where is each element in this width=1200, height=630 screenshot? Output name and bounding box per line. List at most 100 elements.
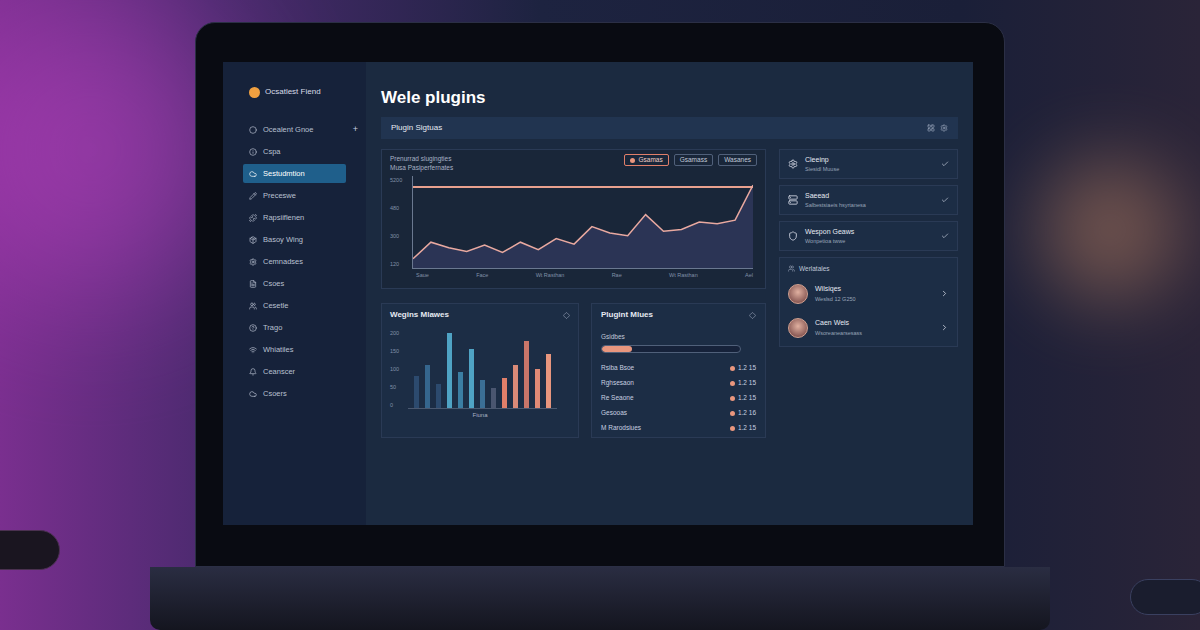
page-title: Wele plugins <box>381 88 958 108</box>
bar <box>546 354 551 408</box>
usage-area <box>413 185 753 268</box>
bar <box>414 376 419 408</box>
sidebar-item[interactable]: Cemnadses <box>243 252 346 271</box>
plugin-row[interactable]: M Rarodsiues1.2 15 <box>601 423 756 434</box>
plugin-icon <box>788 231 798 241</box>
check-icon <box>941 160 949 168</box>
options-icon[interactable] <box>563 312 570 319</box>
bar <box>480 380 485 408</box>
menu-icon <box>249 170 257 178</box>
sidebar: Ocsatlest Fiend Ocealent Gnoe+ Cspa Sestudm… <box>223 62 366 525</box>
progress-label: Gsidbes <box>601 332 756 342</box>
sidebar-item[interactable]: Ocealent Gnoe+ <box>243 120 346 139</box>
sidebar-item[interactable]: Ceanscer <box>243 362 346 381</box>
bar <box>469 349 474 408</box>
bar <box>425 365 430 408</box>
menu-icon <box>249 280 257 288</box>
filter-button[interactable]: Gsamas <box>624 154 668 166</box>
laptop-lid: Ocsatlest Fiend Ocealent Gnoe+ Cspa Sestudm… <box>195 22 1005 567</box>
status-card[interactable]: Wespon GeawsWonpetioa twwe <box>779 221 958 251</box>
plugin-list-panel: Plugint MluesGsidbesRsiba Bsoe1.2 15Rghs… <box>591 303 766 438</box>
status-dot-icon <box>730 366 735 371</box>
bar <box>524 341 529 408</box>
main: Wele plugins Plugin Sigtuas Prenurrad slug… <box>366 62 973 525</box>
status-card[interactable]: CleeinpSiesidl Muuse <box>779 149 958 179</box>
chart-panel: Prenurrad slugingtiesMusa Pasiperfernate… <box>381 149 766 289</box>
chart-subtitle: Prenurrad slugingties <box>390 154 453 163</box>
panel-header: Plugin Sigtuas <box>381 117 958 139</box>
x-label: Fiuna <box>390 411 570 420</box>
plugin-row[interactable]: Rsiba Bsoe1.2 15 <box>601 363 756 374</box>
menu-icon <box>249 324 257 332</box>
y-axis: 5200480300120 <box>390 176 412 268</box>
scene: Ocsatlest Fiend Ocealent Gnoe+ Cspa Sestudm… <box>0 0 1200 630</box>
bar <box>491 388 496 408</box>
plugin-icon <box>788 195 798 205</box>
screen: Ocsatlest Fiend Ocealent Gnoe+ Cspa Sestudm… <box>223 62 973 525</box>
progress-bar <box>601 345 741 353</box>
filter-button[interactable]: Gsamass <box>674 154 713 166</box>
laptop-base <box>150 567 1050 630</box>
team-member[interactable]: Caen WeisWsoreanearsesass <box>788 318 949 338</box>
selected-dot-icon <box>630 158 635 163</box>
options-icon[interactable] <box>749 312 756 319</box>
bar <box>436 384 441 408</box>
plugin-icon <box>788 159 798 169</box>
menu-icon <box>249 258 257 266</box>
filter-button[interactable]: Wasanes <box>718 154 757 166</box>
plugin-row[interactable]: Re Seaone1.2 15 <box>601 393 756 404</box>
chart-subtitle: Musa Pasiperfernates <box>390 163 453 172</box>
menu-icon <box>249 346 257 354</box>
bar-chart-panel: Wegins Mlawes200150100500Fiuna <box>381 303 579 438</box>
menu-icon <box>249 214 257 222</box>
target-line <box>413 186 753 188</box>
bar <box>513 365 518 408</box>
sidebar-item[interactable]: Rapsiiflenen <box>243 208 346 227</box>
avatar <box>788 284 808 304</box>
status-dot-icon <box>730 396 735 401</box>
plugin-row[interactable]: Rghsesaon1.2 15 <box>601 378 756 389</box>
sidebar-item[interactable]: Preceswe <box>243 186 346 205</box>
progress-fill <box>602 346 632 352</box>
line-chart <box>413 176 753 268</box>
mouse-right <box>1130 579 1200 615</box>
sidebar-item[interactable]: Basoy Wing <box>243 230 346 249</box>
sidebar-item[interactable]: Csoes <box>243 274 346 293</box>
plugin-row[interactable]: Gesooas1.2 16 <box>601 408 756 419</box>
menu-icon <box>249 236 257 244</box>
grid-icon[interactable] <box>927 124 935 132</box>
mouse <box>0 530 60 570</box>
logo[interactable]: Ocsatlest Fiend <box>249 86 340 98</box>
status-dot-icon <box>730 426 735 431</box>
x-axis: SaueFaceWt RasthanRaeWt RasthanAel <box>390 271 757 279</box>
logo-icon <box>249 87 260 98</box>
status-card[interactable]: SaeeadSalbestsiaeis hsyrtanesa <box>779 185 958 215</box>
lamp-glow <box>1040 160 1180 300</box>
gear-icon[interactable] <box>940 124 948 132</box>
status-dot-icon <box>730 381 735 386</box>
sidebar-item[interactable]: Sestudmtion <box>243 164 346 183</box>
y-axis: 200150100500 <box>390 329 408 409</box>
bar <box>447 333 452 408</box>
bar <box>535 369 540 409</box>
check-icon <box>941 196 949 204</box>
sidebar-item[interactable]: Whiatiles <box>243 340 346 359</box>
usage-line <box>413 185 753 259</box>
status-dot-icon <box>730 411 735 416</box>
laptop: Ocsatlest Fiend Ocealent Gnoe+ Cspa Sestudm… <box>0 0 1200 630</box>
team-panel: WerlatalesWilsiqesWeslsd 12 G250Caen Wei… <box>779 257 958 347</box>
chevron-right-icon <box>940 289 949 298</box>
avatar <box>788 318 808 338</box>
sidebar-item[interactable]: Trago <box>243 318 346 337</box>
sidebar-item[interactable]: Cspa <box>243 142 346 161</box>
menu-icon <box>249 148 257 156</box>
menu-icon <box>249 390 257 398</box>
sidebar-item[interactable]: Cesetle <box>243 296 346 315</box>
team-member[interactable]: WilsiqesWeslsd 12 G250 <box>788 284 949 304</box>
menu-icon <box>249 302 257 310</box>
check-icon <box>941 232 949 240</box>
users-icon <box>788 265 795 272</box>
sidebar-item[interactable]: Csoers <box>243 384 346 403</box>
add-button[interactable]: + <box>353 123 358 137</box>
menu-icon <box>249 192 257 200</box>
